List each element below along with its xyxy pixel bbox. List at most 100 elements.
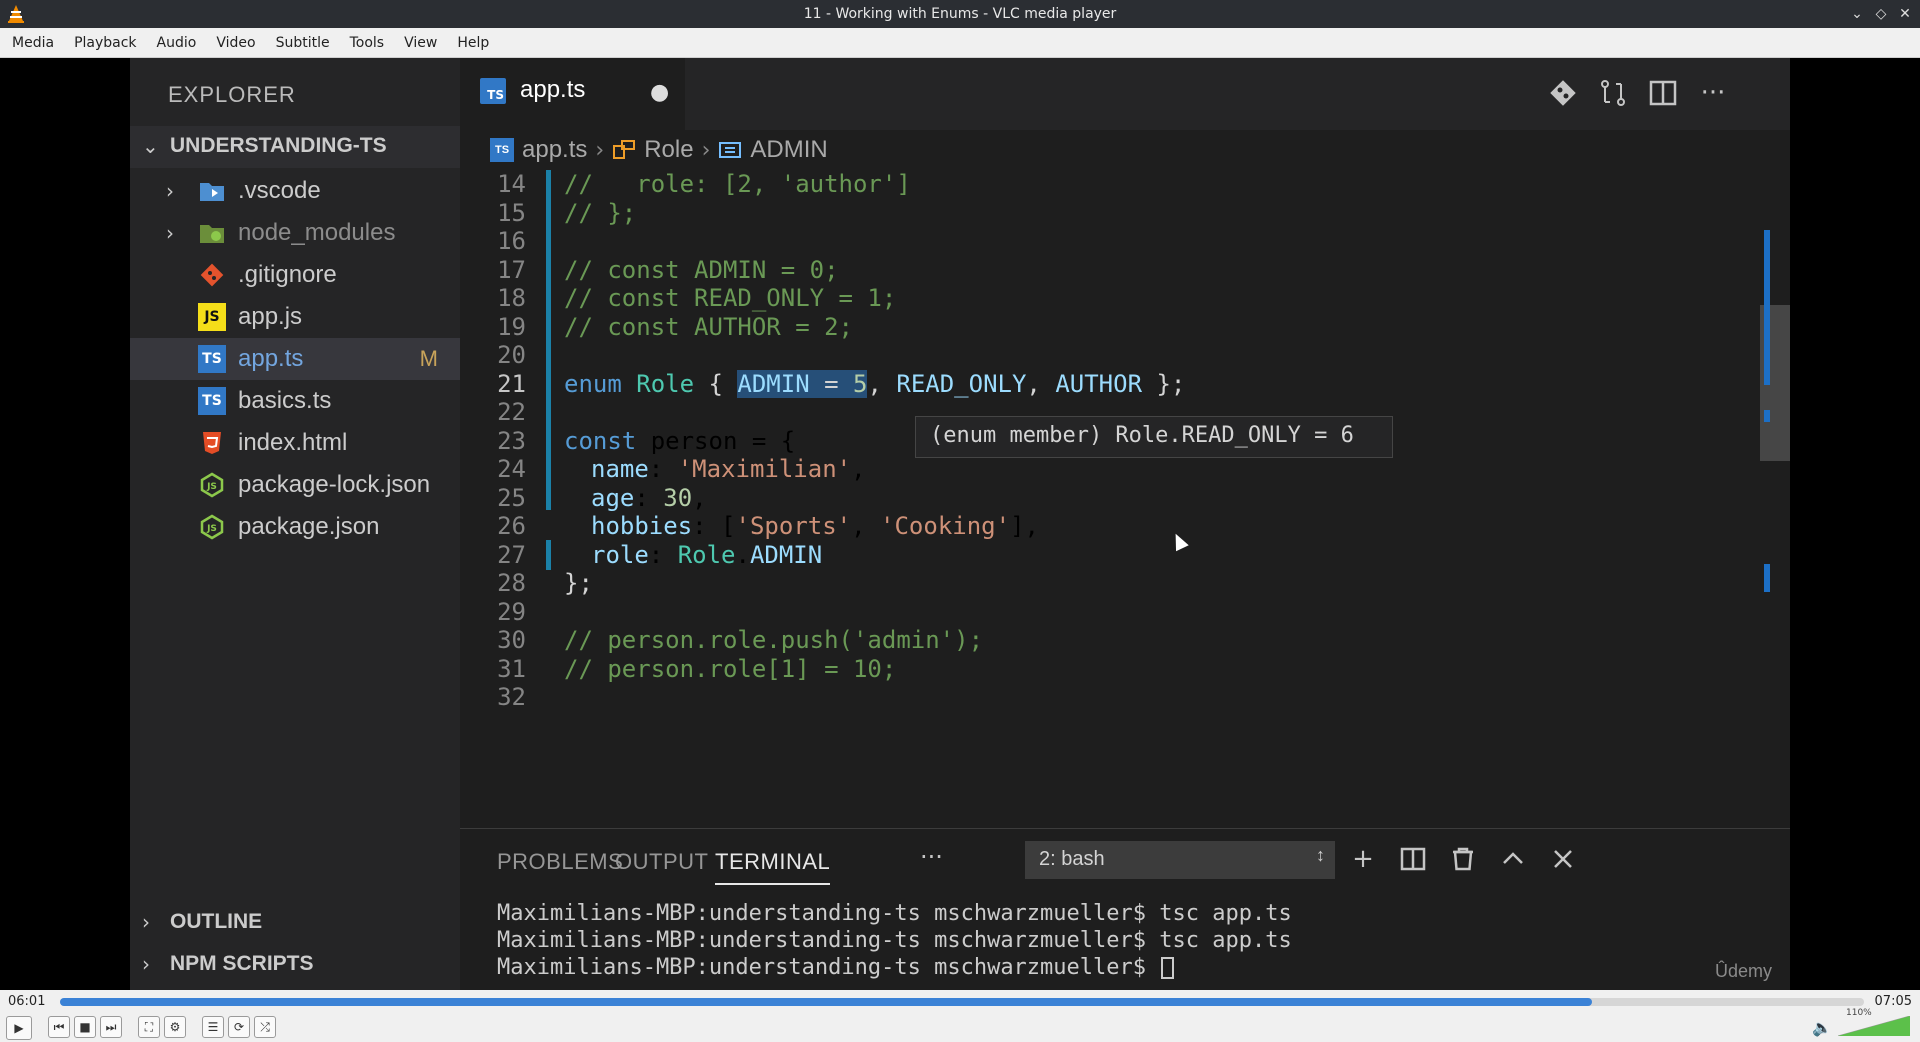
code-line: 27 role: Role.ADMIN [497,540,823,569]
terminal-line: Maximilians-MBP:understanding-ts mschwar… [497,901,1292,926]
more-actions-icon[interactable]: ··· [1696,76,1730,110]
time-total: 07:05 [1874,994,1912,1009]
shuffle-button[interactable]: ⤮ [254,1016,276,1038]
scroll-marker [1764,305,1770,385]
vscode-window: EXPLORER ⌄ UNDERSTANDING-TS › .vscode › … [130,58,1790,990]
breadcrumb-file[interactable]: TS app.ts [490,136,587,164]
new-terminal-button[interactable]: + [1345,841,1381,877]
code-line: 20 [497,341,526,369]
vscode-folder-icon [200,183,224,201]
minimize-button[interactable]: ⌄ [1846,3,1868,25]
chevron-right-icon: › [142,910,150,934]
project-header: ⌄ UNDERSTANDING-TS [130,126,460,168]
maximize-button[interactable]: ◇ [1870,3,1892,25]
tab-terminal[interactable]: TERMINAL [715,849,831,885]
editor-scrollbar[interactable] [1760,170,1790,828]
npm-scripts-label: NPM SCRIPTS [170,952,314,975]
code-line: 14// role: [2, 'author'] [497,170,911,198]
menu-media[interactable]: Media [2,35,64,51]
breadcrumb-enum[interactable]: Role [612,136,694,164]
modified-badge: M [419,346,438,371]
ts-icon: TS [490,138,514,162]
chevron-up-icon[interactable] [1495,841,1531,877]
open-changes-icon[interactable] [1596,76,1630,110]
terminal-line[interactable]: Maximilians-MBP:understanding-ts mschwar… [497,955,1175,980]
speaker-icon[interactable]: 🔈 [1812,1018,1832,1037]
scroll-marker [1764,230,1770,305]
terminal-select[interactable]: 2: bash ↕ [1025,841,1335,879]
hover-tooltip: (enum member) Role.READ_ONLY = 6 [915,416,1393,458]
menu-playback[interactable]: Playback [64,35,146,51]
enum-icon [613,140,636,159]
tab-problems[interactable]: PROBLEMS [497,849,623,875]
split-editor-icon[interactable] [1646,76,1680,110]
previous-button[interactable]: ⏮ [48,1016,70,1038]
git-compare-icon[interactable] [1546,76,1580,110]
tree-item-app-js: JS app.js [130,296,460,338]
scroll-marker [1764,564,1770,592]
loop-button[interactable]: ⟳ [228,1016,250,1038]
tree-item-label: app.js [238,303,303,330]
tree-item-label: app.ts [238,345,304,372]
fullscreen-button[interactable]: ⛶ [138,1016,160,1038]
seek-bar[interactable] [60,998,1864,1006]
chevron-right-icon: › [166,179,174,203]
seek-progress [60,998,1592,1006]
menu-audio[interactable]: Audio [147,35,207,51]
terminal-prompt: Maximilians-MBP:understanding-ts mschwar… [497,955,1160,980]
tree-item-label: package-lock.json [238,471,431,498]
trash-icon[interactable] [1445,841,1481,877]
code-line: 30// person.role.push('admin'); [497,626,984,654]
ts-icon: TS [198,345,226,373]
volume-slider[interactable] [1838,1016,1910,1036]
code-area[interactable]: 14// role: [2, 'author'] 15// }; 16 17//… [460,170,1790,828]
extended-settings-button[interactable]: ⚙ [164,1016,186,1038]
code-line: 18// const READ_ONLY = 1; [497,284,897,312]
menu-subtitle[interactable]: Subtitle [266,35,340,51]
tab-output[interactable]: OUTPUT [615,849,708,875]
svg-text:JS: JS [206,524,217,534]
code-line: 16 [497,227,526,255]
tree-item-label: .vscode [238,177,321,204]
menu-tools[interactable]: Tools [340,35,395,51]
close-panel-icon[interactable] [1545,841,1581,877]
node-icon: JS [200,472,224,498]
tree-item-node-modules: › node_modules [130,212,460,254]
code-line: 32 [497,683,526,711]
code-line: 19// const AUTHOR = 2; [497,312,853,341]
npm-scripts-section[interactable]: › NPM SCRIPTS [130,946,460,986]
code-line: 25 age: 30, [497,483,707,512]
outline-label: OUTLINE [170,910,263,933]
html5-icon [203,432,221,454]
close-button[interactable]: ✕ [1894,3,1916,25]
ts-icon: TS [198,387,226,415]
enum-line: enum Role { ADMIN = 5, READ_ONLY, AUTHOR… [564,369,1186,398]
tree-item-app-ts[interactable]: TS app.ts M [130,338,460,380]
more-tabs-icon[interactable]: ··· [920,843,943,871]
play-button[interactable]: ▶ [6,1016,32,1040]
code-line: 28}; [497,569,593,597]
menu-view[interactable]: View [394,35,447,51]
tab-app-ts[interactable]: TS app.ts ● [460,58,685,130]
explorer-title: EXPLORER [168,82,296,107]
node-folder-icon [200,225,224,243]
player-controls: 06:01 07:05 ▶ ⏮ ■ ⏭ ⛶ ⚙ ☰ ⟳ ⤮ 🔈 110% [0,990,1920,1042]
breadcrumb-member[interactable]: ADMIN [718,136,828,164]
next-button[interactable]: ⏭ [100,1016,122,1038]
tree-item-gitignore: .gitignore [130,254,460,296]
breadcrumb: TS app.ts › Role › ADMIN [460,130,1790,170]
menu-video[interactable]: Video [206,35,265,51]
breadcrumb-member-label: ADMIN [750,136,828,163]
outline-section[interactable]: › OUTLINE [130,904,460,944]
playlist-button[interactable]: ☰ [202,1016,224,1038]
git-icon [200,263,224,287]
code-line: 24 name: 'Maximilian', [497,455,866,483]
stop-button[interactable]: ■ [74,1016,96,1038]
menu-help[interactable]: Help [447,35,499,51]
unsaved-dot-icon[interactable]: ● [650,80,669,105]
enum-member-icon [719,142,742,158]
time-elapsed: 06:01 [8,994,46,1009]
scroll-marker [1764,410,1770,422]
split-terminal-icon[interactable] [1395,841,1431,877]
video-area[interactable]: EXPLORER ⌄ UNDERSTANDING-TS › .vscode › … [0,58,1920,990]
